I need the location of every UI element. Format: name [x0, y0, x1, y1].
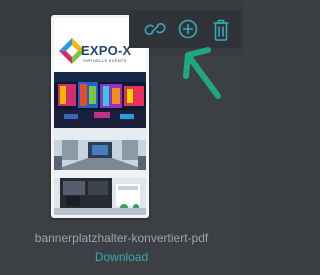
link-button[interactable]	[137, 10, 171, 48]
file-name: bannerplatzhalter-konvertiert-pdf	[34, 231, 209, 245]
logo-subtitle: VIRTUELLE EVENTS	[83, 58, 127, 63]
annotation-arrow-icon	[183, 47, 221, 99]
download-link[interactable]: Download	[0, 250, 243, 264]
thumbnail-booth-image	[54, 170, 146, 215]
logo-title: EXPO-X	[81, 43, 132, 58]
link-icon	[144, 23, 166, 35]
thumbnail-hallway-image	[54, 128, 146, 170]
thumbnail-exhibition-hall-image	[54, 72, 146, 128]
